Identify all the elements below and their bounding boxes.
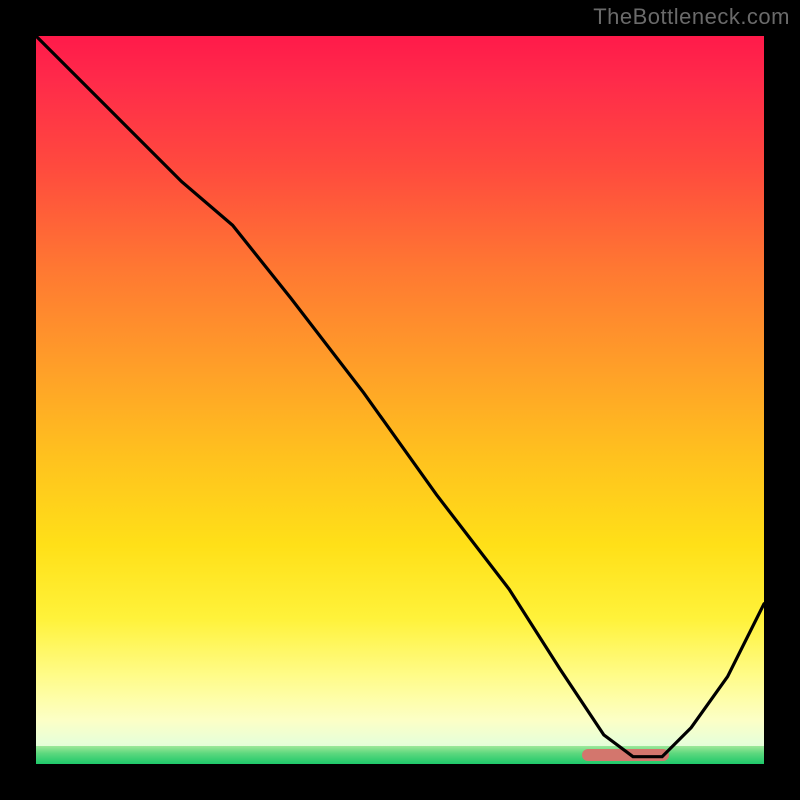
plot-area (36, 36, 764, 764)
curve-path (36, 36, 764, 757)
watermark-text: TheBottleneck.com (593, 4, 790, 30)
bottleneck-curve (36, 36, 764, 764)
